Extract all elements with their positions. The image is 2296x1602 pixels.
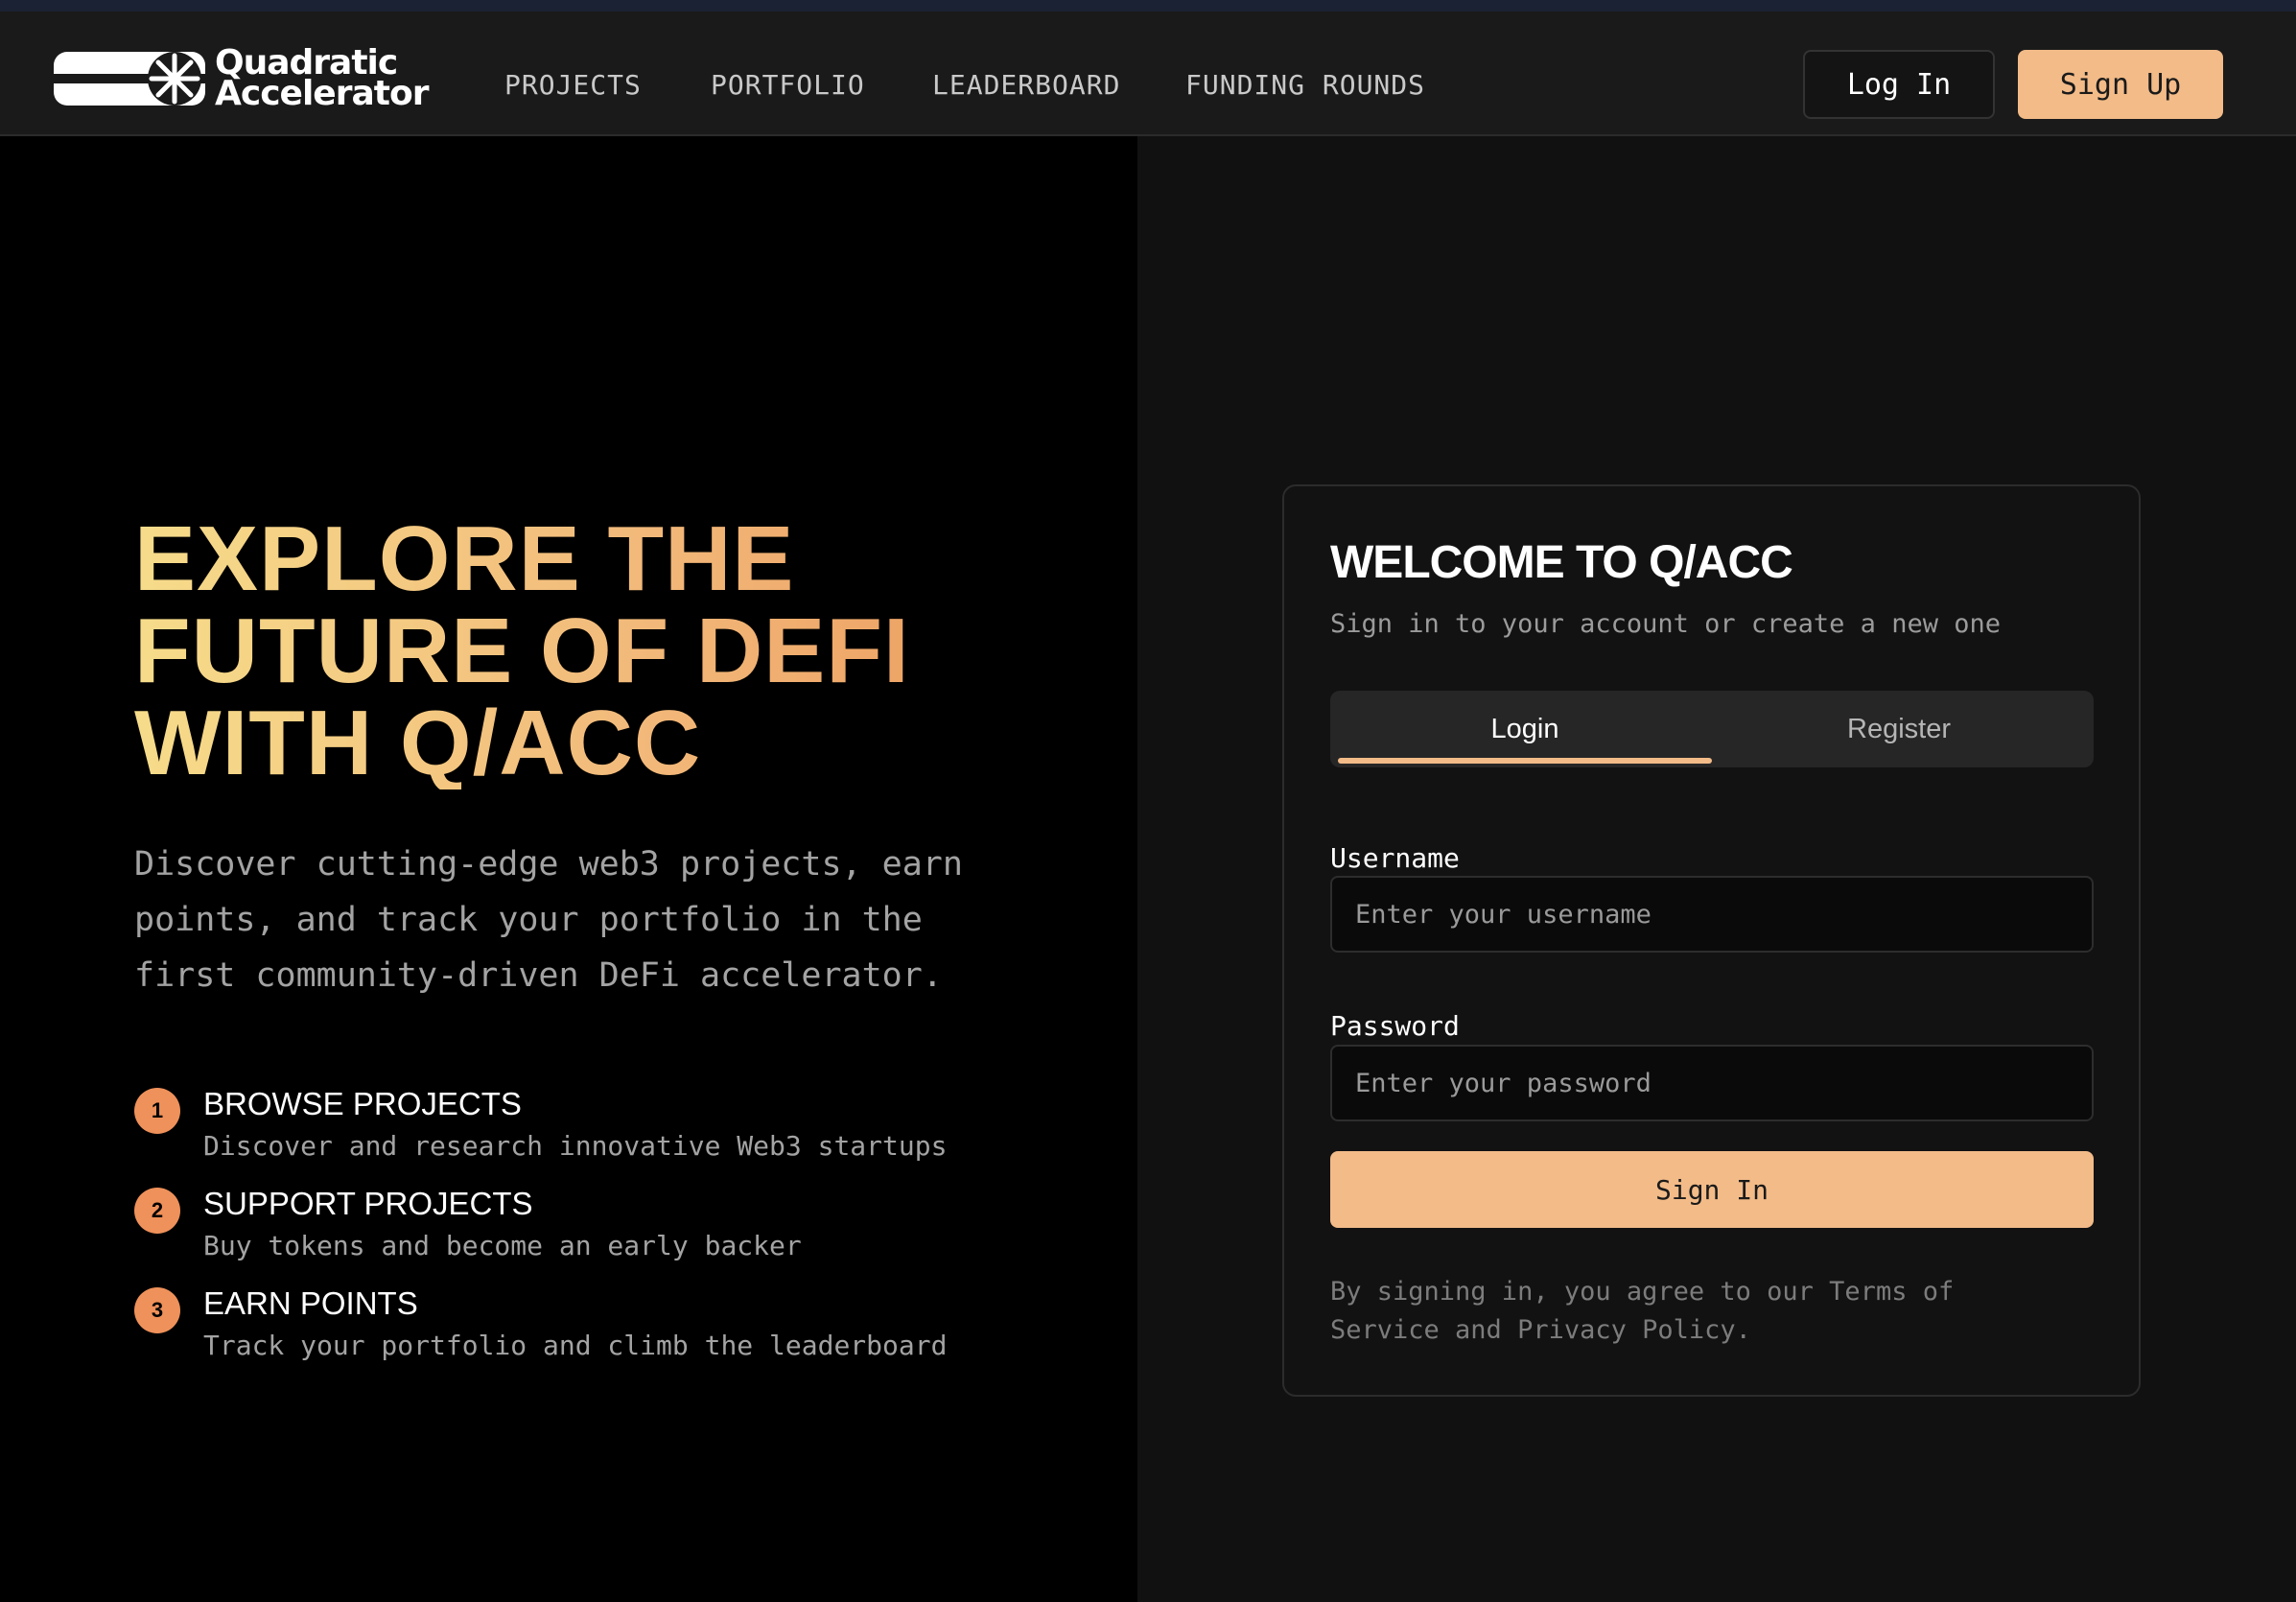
logo[interactable]: Quadratic Accelerator [52,40,435,117]
auth-subtitle: Sign in to your account or create a new … [1330,609,2001,639]
quadratic-accelerator-logo-icon [54,52,205,106]
step-number-badge: 3 [134,1287,180,1333]
logo-text: Quadratic Accelerator [215,46,429,113]
active-tab-indicator [1338,758,1712,764]
hero-title-line2: FUTURE OF DEFI [134,600,910,702]
hero-title-line1: EXPLORE THE [134,507,795,610]
step-item: 3 EARN POINTS Track your portfolio and c… [134,1280,1055,1379]
hero-description: Discover cutting-edge web3 projects, ear… [134,845,963,995]
sign-in-button[interactable]: Sign In [1330,1151,2094,1228]
tab-login[interactable]: Login [1338,691,1712,767]
tab-register[interactable]: Register [1712,691,2086,767]
signup-button[interactable]: Sign Up [2018,50,2223,119]
steps-list: 1 BROWSE PROJECTS Discover and research … [134,1080,1055,1379]
step-item: 1 BROWSE PROJECTS Discover and research … [134,1080,1055,1180]
step-number-badge: 1 [134,1088,180,1134]
nav-link-funding-rounds[interactable]: FUNDING ROUNDS [1185,69,1425,101]
nav-link-projects[interactable]: PROJECTS [504,69,642,101]
step-item: 2 SUPPORT PROJECTS Buy tokens and become… [134,1180,1055,1280]
auth-card: WELCOME TO Q/ACC Sign in to your account… [1282,484,2141,1397]
logo-line2: Accelerator [215,74,429,113]
login-button[interactable]: Log In [1803,50,1995,119]
auth-tabs: Login Register [1330,691,2094,767]
username-input[interactable] [1330,876,2094,953]
terms-notice: By signing in, you agree to our Terms of… [1330,1277,1955,1345]
nav-link-portfolio[interactable]: PORTFOLIO [711,69,865,101]
password-input[interactable] [1330,1045,2094,1121]
top-navbar: Quadratic Accelerator PROJECTS PORTFOLIO… [0,12,2296,136]
password-label: Password [1330,1010,1460,1042]
username-label: Username [1330,842,1460,874]
browser-top-strip [0,0,2296,12]
auth-title: WELCOME TO Q/ACC [1330,537,1793,588]
step-description: Buy tokens and become an early backer [203,1230,802,1261]
step-title: BROWSE PROJECTS [203,1086,522,1121]
hero-title-line3: WITH Q/ACC [134,692,702,794]
step-title: EARN POINTS [203,1285,418,1321]
hero-title: EXPLORE THE FUTURE OF DEFI WITH Q/ACC [134,513,1055,789]
step-description: Track your portfolio and climb the leade… [203,1330,948,1361]
step-description: Discover and research innovative Web3 st… [203,1130,948,1162]
nav-link-leaderboard[interactable]: LEADERBOARD [932,69,1120,101]
step-number-badge: 2 [134,1188,180,1234]
step-title: SUPPORT PROJECTS [203,1186,533,1221]
